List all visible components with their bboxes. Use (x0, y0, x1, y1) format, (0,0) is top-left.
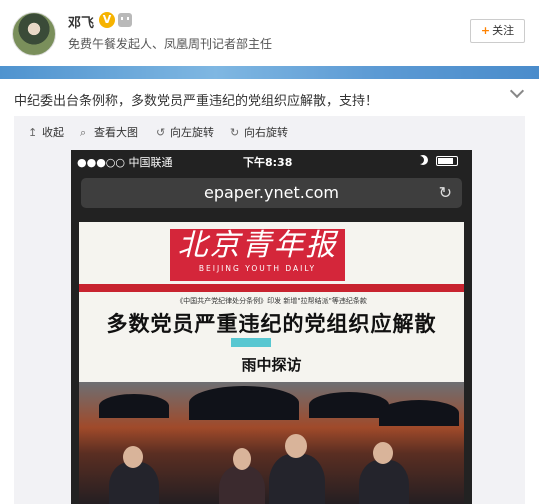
view-large-label: 查看大图 (94, 126, 138, 139)
view-large-button[interactable]: ⌕ 查看大图 (80, 126, 138, 140)
rotate-right-button[interactable]: ↻ 向右旋转 (230, 126, 288, 140)
user-name[interactable]: 邓飞 (68, 12, 94, 31)
member-robot-icon[interactable] (118, 13, 132, 27)
newspaper-page: 北京青年报 BEIJING YOUTH DAILY 《中国共产党纪律处分条例》印… (79, 222, 464, 504)
rotate-left-label: 向左旋转 (170, 126, 214, 139)
user-bio: 免费午餐发起人、凤凰周刊记者部主任 (68, 37, 273, 51)
follow-label: 关注 (492, 24, 515, 37)
moon-icon (418, 155, 428, 165)
person (269, 454, 325, 504)
date-strip (79, 284, 464, 292)
rotate-right-icon: ↻ (230, 126, 240, 139)
post-image[interactable]: ●●●○○ 中国联通 下午8:38 epaper.ynet.com ↻ 北京青年… (71, 150, 472, 504)
weibo-post-header: 邓飞 V 免费午餐发起人、凤凰周刊记者部主任 + 关注 (0, 0, 539, 66)
decorative-banner (0, 66, 539, 79)
collapse-button[interactable]: ↥ 收起 (28, 126, 64, 140)
avatar[interactable] (12, 12, 56, 56)
verified-v-icon[interactable]: V (99, 12, 115, 28)
face (233, 448, 251, 470)
masthead-english: BEIJING YOUTH DAILY (198, 264, 317, 273)
umbrella (99, 394, 169, 418)
follow-button[interactable]: + 关注 (470, 19, 525, 43)
person (359, 460, 409, 504)
rotate-right-label: 向右旋转 (244, 126, 288, 139)
umbrella (379, 400, 459, 426)
rotate-left-icon: ↺ (156, 126, 166, 139)
reload-icon: ↻ (438, 183, 452, 202)
face (373, 442, 393, 464)
media-toolbar: ↥ 收起 ⌕ 查看大图 ↺ 向左旋转 ↻ 向右旋转 (14, 116, 525, 150)
collapse-label: 收起 (42, 126, 64, 139)
media-viewer: ↥ 收起 ⌕ 查看大图 ↺ 向左旋转 ↻ 向右旋转 ●●●○○ 中国联通 下午8:38 … (14, 116, 525, 504)
time-text: 下午8:38 (243, 156, 293, 169)
umbrella (309, 392, 389, 418)
person (219, 466, 265, 504)
plus-icon: + (480, 24, 491, 37)
url-text: epaper.ynet.com (204, 183, 339, 202)
newspaper-subhead: 《中国共产党纪律处分条例》印发 新增"拉帮结派"等违纪条款 (176, 297, 367, 305)
news-photo (79, 382, 464, 504)
section-title: 雨中探访 (241, 356, 302, 374)
phone-status-bar: ●●●○○ 中国联通 下午8:38 (71, 150, 472, 172)
face (285, 434, 307, 458)
carrier-text: ●●●○○ 中国联通 (77, 156, 173, 169)
newspaper-headline: 多数党员严重违纪的党组织应解散 (106, 311, 437, 336)
arrow-up-icon: ↥ (28, 126, 38, 139)
post-text: 中纪委出台条例称，多数党员严重违纪的党组织应解散，支持！ (14, 94, 379, 109)
masthead-title: 北京青年报 (177, 228, 338, 263)
umbrella (189, 386, 299, 420)
url-bar: epaper.ynet.com ↻ (81, 178, 462, 208)
search-icon: ⌕ (80, 126, 87, 139)
face (123, 446, 143, 468)
battery-icon (436, 156, 458, 166)
page-tag (231, 338, 271, 347)
person (109, 462, 159, 504)
masthead-logo: 北京青年报 BEIJING YOUTH DAILY (170, 229, 345, 281)
rotate-left-button[interactable]: ↺ 向左旋转 (156, 126, 214, 140)
